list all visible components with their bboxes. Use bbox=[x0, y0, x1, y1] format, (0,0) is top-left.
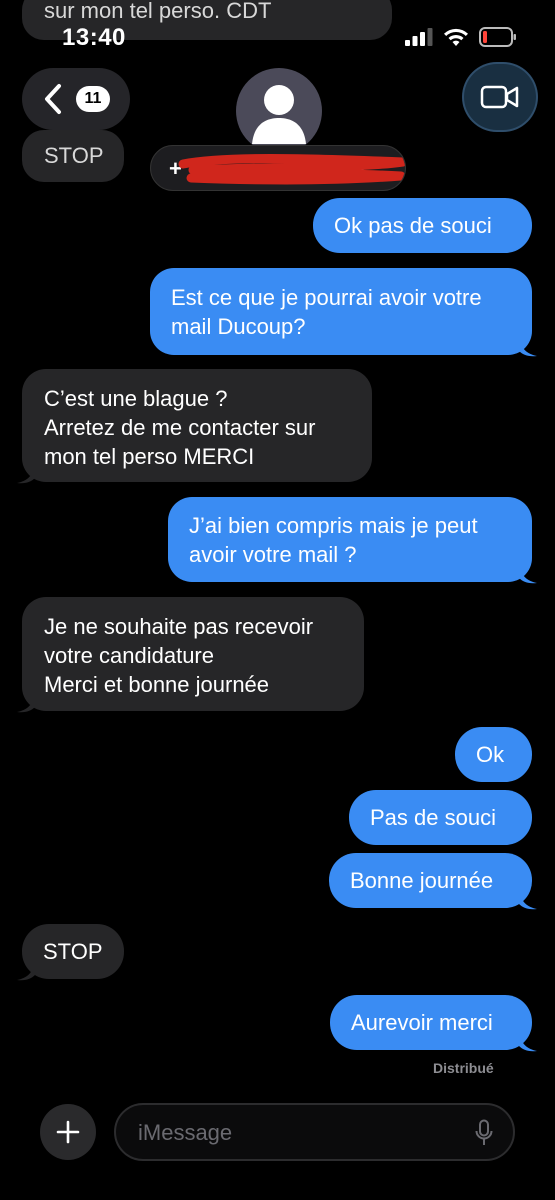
previous-message-stop: STOP bbox=[22, 130, 124, 182]
message-text: Pas de souci bbox=[370, 805, 496, 830]
message-bubble-outgoing[interactable]: Pas de souci bbox=[349, 790, 532, 845]
message-bubble-outgoing[interactable]: Est ce que je pourrai avoir votre mail D… bbox=[150, 268, 537, 357]
bubble-tail bbox=[519, 337, 537, 357]
status-time: 13:40 bbox=[62, 24, 126, 51]
chevron-left-icon bbox=[45, 84, 61, 114]
message-text: J’ai bien compris mais je peut avoir vot… bbox=[189, 513, 478, 567]
contact-avatar[interactable] bbox=[236, 68, 322, 154]
video-camera-icon bbox=[480, 85, 519, 109]
message-bubble-outgoing[interactable]: Bonne journée bbox=[329, 853, 537, 910]
contact-name-button[interactable]: + 7 bbox=[150, 145, 406, 191]
message-text: Ok pas de souci bbox=[334, 213, 492, 238]
previous-stop-text: STOP bbox=[44, 143, 104, 168]
unread-badge: 11 bbox=[76, 86, 110, 112]
message-text: Est ce que je pourrai avoir votre mail D… bbox=[171, 285, 482, 339]
status-icons bbox=[405, 27, 517, 47]
bubble-tail bbox=[17, 464, 35, 484]
message-bubble-outgoing[interactable]: Ok pas de souci bbox=[313, 198, 532, 253]
bubble-tail bbox=[519, 890, 537, 910]
facetime-video-button[interactable] bbox=[462, 62, 538, 132]
message-text: Je ne souhaite pas recevoir votre candid… bbox=[44, 614, 314, 697]
message-bubble-incoming[interactable]: C’est une blague ? Arretez de me contact… bbox=[17, 369, 372, 484]
bubble-tail bbox=[17, 961, 35, 981]
bubble-tail bbox=[519, 564, 537, 584]
message-bubble-incoming[interactable]: Je ne souhaite pas recevoir votre candid… bbox=[17, 597, 364, 713]
cellular-signal-icon bbox=[405, 28, 433, 46]
bubble-tail bbox=[519, 1032, 537, 1052]
message-text: C’est une blague ? Arretez de me contact… bbox=[44, 386, 316, 469]
delivery-status: Distribué bbox=[433, 1060, 494, 1076]
plus-icon bbox=[56, 1120, 80, 1144]
message-bubble-outgoing[interactable]: Ok bbox=[455, 727, 532, 782]
microphone-icon[interactable] bbox=[475, 1119, 493, 1147]
redaction-scribble bbox=[178, 154, 405, 185]
wifi-icon bbox=[444, 28, 468, 46]
message-bubble-outgoing[interactable]: J’ai bien compris mais je peut avoir vot… bbox=[168, 497, 537, 584]
battery-icon bbox=[479, 27, 516, 47]
back-button[interactable]: 11 bbox=[22, 68, 130, 130]
imessage-input[interactable] bbox=[136, 1117, 460, 1149]
message-bubble-outgoing[interactable]: Aurevoir merci bbox=[330, 995, 537, 1052]
apps-plus-button[interactable] bbox=[40, 1104, 96, 1160]
message-bubble-incoming[interactable]: STOP bbox=[17, 924, 124, 981]
message-text: Ok bbox=[476, 742, 505, 767]
bubble-tail bbox=[17, 693, 35, 713]
person-icon bbox=[252, 85, 306, 144]
message-text: Aurevoir merci bbox=[351, 1010, 493, 1035]
message-text: STOP bbox=[43, 939, 103, 964]
imessage-input-container[interactable] bbox=[114, 1103, 515, 1161]
previous-message-text: sur mon tel perso. CDT bbox=[44, 0, 272, 23]
message-text: Bonne journée bbox=[350, 868, 494, 893]
